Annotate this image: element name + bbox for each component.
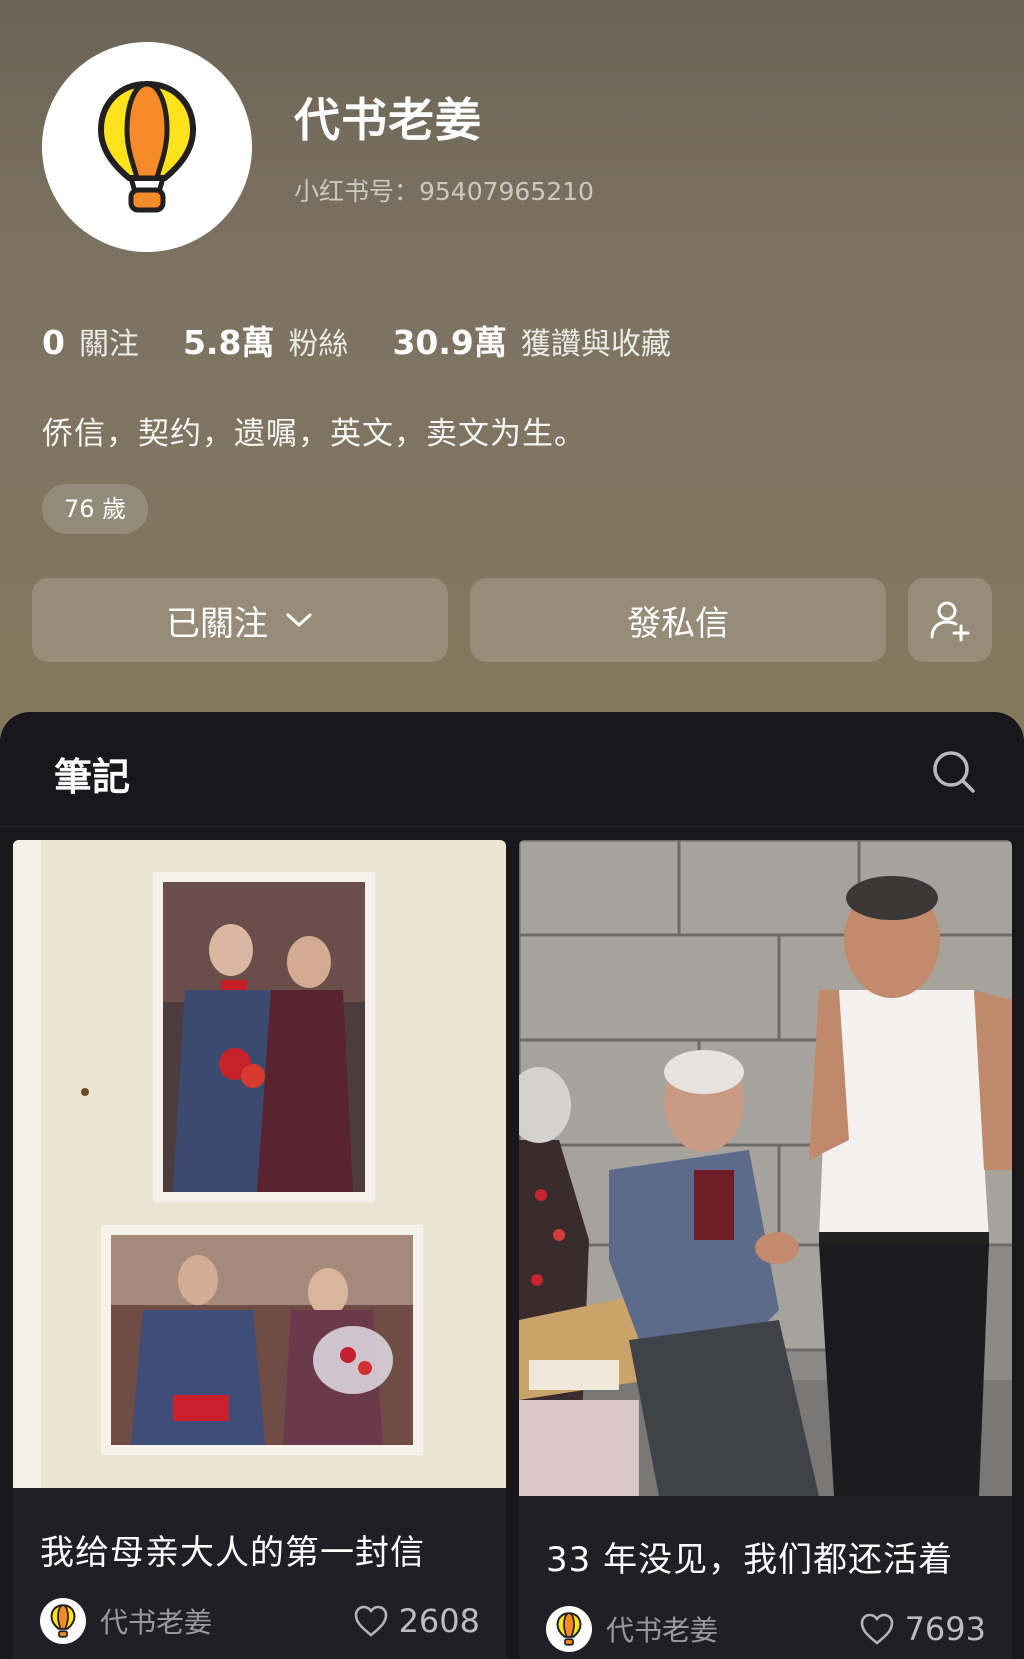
elderly-reunion-photo xyxy=(519,840,1012,1496)
stat-value: 0 xyxy=(42,323,65,362)
heart-icon xyxy=(860,1613,893,1645)
send-message-label: 發私信 xyxy=(627,603,729,644)
notes-panel: 筆記 我给母亲大人的第一封信 代书老姜 2608 33 年没见，我们都还活着 代… xyxy=(0,712,1024,1659)
profile-stats: 0 關注 5.8萬 粉絲 30.9萬 獲讚與收藏 xyxy=(42,316,715,364)
heart-icon xyxy=(354,1605,387,1637)
chevron-down-icon xyxy=(286,613,312,627)
note-cover-image[interactable] xyxy=(13,840,506,1488)
stat-label: 粉絲 xyxy=(288,327,349,362)
hot-air-balloon-icon xyxy=(556,1612,582,1646)
notes-title: 筆記 xyxy=(54,755,131,799)
stat-label: 關注 xyxy=(78,327,139,362)
notes-header: 筆記 xyxy=(0,712,1024,827)
profile-id[interactable]: 小红书号：95407965210 xyxy=(294,172,594,208)
profile-name: 代书老姜 xyxy=(294,93,482,147)
stat-label: 獲讚與收藏 xyxy=(520,327,671,362)
note-title[interactable]: 我给母亲大人的第一封信 xyxy=(40,1525,425,1574)
search-icon[interactable] xyxy=(930,748,976,794)
like-button[interactable]: 2608 xyxy=(353,1602,480,1640)
following-button-label: 已關注 xyxy=(166,603,268,644)
stat-following[interactable]: 0 關注 xyxy=(42,319,139,363)
age-tag: 76 歲 xyxy=(42,484,149,534)
note-title[interactable]: 33 年没见，我们都还活着 xyxy=(546,1532,953,1581)
like-count: 2608 xyxy=(398,1602,480,1640)
note-meta: 代书老姜 7693 xyxy=(546,1606,986,1652)
stat-likes-collects[interactable]: 30.9萬 獲讚與收藏 xyxy=(392,316,670,364)
profile-bio: 侨信，契约，遗嘱，英文，卖文为生。 xyxy=(42,416,586,452)
hot-air-balloon-icon xyxy=(50,1604,76,1638)
like-button[interactable]: 7693 xyxy=(859,1610,986,1648)
avatar[interactable] xyxy=(42,42,252,252)
profile-page: 代书老姜 小红书号：95407965210 0 關注 5.8萬 粉絲 30.9萬… xyxy=(0,0,1024,1659)
note-cover-image[interactable] xyxy=(519,840,1012,1496)
like-count: 7693 xyxy=(904,1610,986,1648)
author-name[interactable]: 代书老姜 xyxy=(100,1601,353,1641)
add-friend-button[interactable] xyxy=(908,578,992,662)
send-message-button[interactable]: 發私信 xyxy=(470,578,886,662)
author-avatar[interactable] xyxy=(546,1606,592,1652)
note-meta: 代书老姜 2608 xyxy=(40,1598,480,1644)
stat-value: 30.9萬 xyxy=(392,323,507,362)
stat-followers[interactable]: 5.8萬 粉絲 xyxy=(183,316,348,364)
photo-album-image xyxy=(13,840,506,1488)
profile-header: 代书老姜 小红书号：95407965210 0 關注 5.8萬 粉絲 30.9萬… xyxy=(0,0,1024,740)
author-name[interactable]: 代书老姜 xyxy=(606,1609,859,1649)
stat-value: 5.8萬 xyxy=(182,323,275,362)
hot-air-balloon-icon xyxy=(97,80,197,213)
author-avatar[interactable] xyxy=(40,1598,86,1644)
following-button[interactable]: 已關注 xyxy=(32,578,448,662)
note-card[interactable]: 33 年没见，我们都还活着 代书老姜 7693 xyxy=(519,840,1012,1659)
note-card[interactable]: 我给母亲大人的第一封信 代书老姜 2608 xyxy=(13,840,506,1659)
add-user-icon xyxy=(930,601,970,642)
